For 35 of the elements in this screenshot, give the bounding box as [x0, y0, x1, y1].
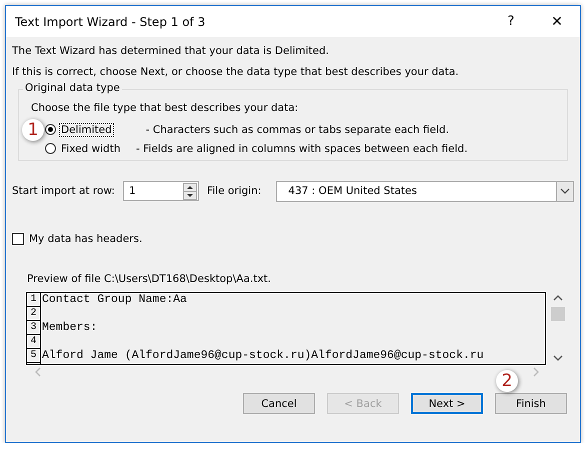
- line-number: 1: [27, 293, 41, 307]
- line-number: 2: [27, 307, 41, 321]
- file-origin-dropdown[interactable]: 437 : OEM United States: [276, 180, 574, 202]
- group-legend: Original data type: [23, 82, 122, 94]
- radio-label[interactable]: Delimited: [59, 122, 114, 136]
- instruction-text: The Text Wizard has determined that your data is Delimited.: [12, 44, 330, 59]
- help-button[interactable]: ?: [488, 6, 534, 37]
- dialog-button[interactable]: Finish: [495, 393, 567, 414]
- radio-button[interactable]: [45, 124, 56, 135]
- step-number-badge: 2: [496, 370, 518, 392]
- close-button[interactable]: ✕: [534, 6, 580, 37]
- option-description: - Fields are aligned in columns with spaces between each field.: [136, 142, 468, 154]
- window-title: Text Import Wizard - Step 1 of 3: [15, 14, 206, 28]
- option-description: - Characters such as commas or tabs separate each field.: [146, 124, 450, 136]
- radio-label[interactable]: Fixed width: [59, 142, 136, 156]
- dialog-button[interactable]: Next >: [411, 393, 483, 414]
- radio-button[interactable]: [45, 143, 56, 154]
- preview-line: Alford Jame (AlfordJame96@cup-stock.ru)AlfordJame96@cup-stock.ru: [42, 349, 484, 363]
- line-number: 4: [27, 335, 41, 349]
- chevron-down-icon: [556, 182, 574, 200]
- instruction-text: If this is correct, choose Next, or choose the data type that best describes your data.: [12, 65, 460, 80]
- preview-line: Contact Group Name:Aa: [42, 293, 187, 307]
- line-number: 3: [27, 321, 41, 335]
- row-spinner[interactable]: 1: [122, 181, 199, 201]
- spinner-arrows-icon[interactable]: [182, 182, 197, 200]
- prompt-text: Choose the file type that best describes your data:: [31, 102, 300, 116]
- preview-label: Preview of file C:\Users\DT168\Desktop\Aa.txt.: [27, 273, 272, 287]
- line-number: 5: [27, 349, 41, 363]
- field-label: File origin:: [206, 185, 262, 197]
- checkbox-label[interactable]: My data has headers.: [29, 233, 142, 245]
- field-label: Start import at row:: [12, 185, 115, 197]
- checkbox[interactable]: [12, 233, 24, 245]
- dialog-button[interactable]: Cancel: [243, 393, 315, 414]
- preview-line: Members:: [42, 321, 98, 335]
- step-number-badge: 1: [22, 118, 44, 140]
